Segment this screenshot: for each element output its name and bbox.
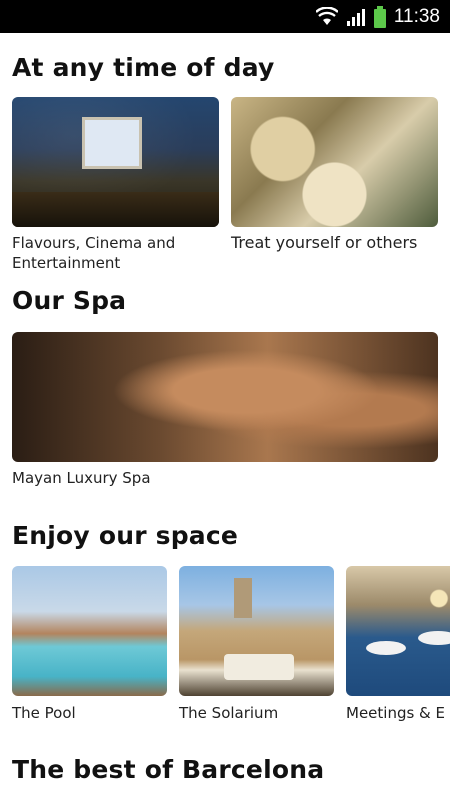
card-flavours-cinema[interactable]: Flavours, Cinema and Entertainment [12,97,219,273]
status-bar: 11:38 [0,0,450,33]
card-caption: The Pool [12,704,76,722]
card-caption: Mayan Luxury Spa [12,469,151,487]
status-time: 11:38 [393,5,440,27]
card-caption: Treat yourself or others [231,233,418,252]
card-meetings[interactable]: Meetings & E [346,566,450,726]
section-title-space: Enjoy our space [12,521,239,550]
meetings-image [346,566,450,696]
pool-image [12,566,167,696]
signal-icon [346,7,366,27]
card-caption: Meetings & E [346,704,446,722]
card-treat-yourself[interactable]: Treat yourself or others [231,97,438,257]
section-title-barcelona: The best of Barcelona [12,755,325,784]
card-caption: Flavours, Cinema and Entertainment [12,234,176,272]
spa-image [12,332,438,462]
solarium-image [179,566,334,696]
card-solarium[interactable]: The Solarium [179,566,334,726]
section-title-time-of-day: At any time of day [12,53,275,82]
card-mayan-spa[interactable]: Mayan Luxury Spa [12,332,438,492]
card-caption: The Solarium [179,704,279,722]
cinema-image [12,97,219,227]
tea-image [231,97,438,227]
wifi-icon [315,6,338,27]
battery-icon [373,5,386,28]
card-pool[interactable]: The Pool [12,566,167,726]
section-title-spa: Our Spa [12,286,127,315]
